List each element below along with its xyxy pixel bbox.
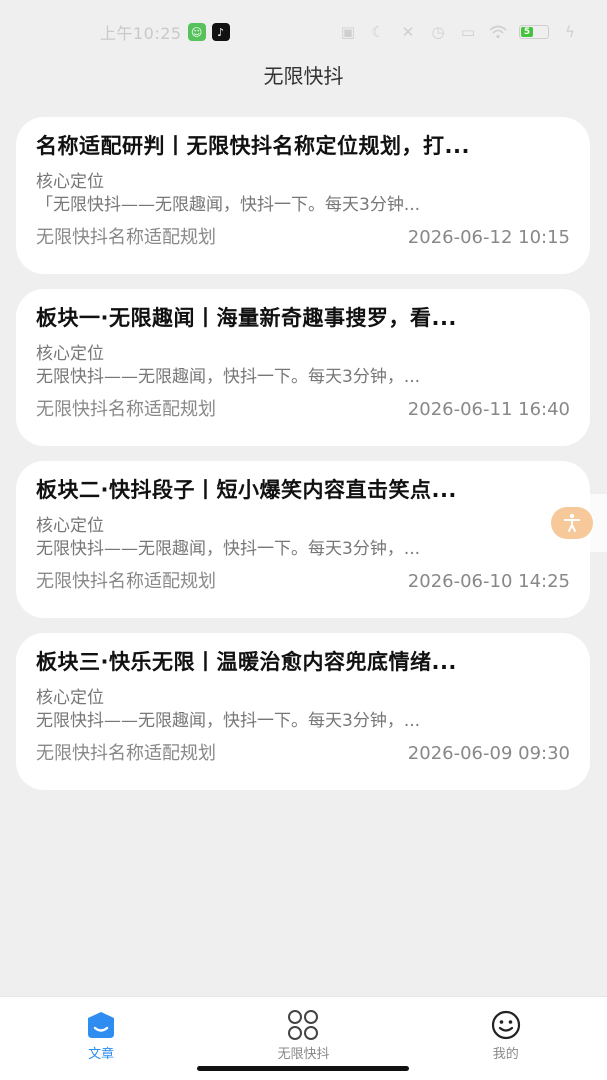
article-footer: 无限快抖名称适配规划 2026-06-12 10:15 bbox=[36, 225, 570, 251]
status-bar: 上午10:25 ☺ ♪ ▣ ☾ ✕ ◷ ▭ 5 ϟ bbox=[0, 0, 607, 64]
page-title: 无限快抖 bbox=[263, 64, 344, 88]
tiktok-notification-icon: ♪ bbox=[211, 23, 230, 41]
article-source: 无限快抖名称适配规划 bbox=[36, 227, 216, 248]
wifi-icon bbox=[489, 25, 507, 39]
floating-accessibility-button[interactable] bbox=[542, 494, 607, 552]
article-date: 2026-06-11 16:40 bbox=[407, 399, 570, 420]
article-title: 板块三·快乐无限丨温暖治愈内容兜底情绪... bbox=[36, 650, 457, 674]
article-label: 核心定位 bbox=[36, 688, 104, 708]
accessibility-icon bbox=[550, 507, 593, 539]
article-label: 核心定位 bbox=[36, 516, 104, 536]
article-card[interactable]: 板块一·无限趣闻丨海量新奇趣事搜罗，看... 核心定位 无限快抖——无限趣闻，快… bbox=[16, 289, 590, 446]
nav-label: 无限快抖 bbox=[277, 1047, 330, 1062]
home-indicator[interactable] bbox=[197, 1066, 409, 1071]
grid-icon bbox=[285, 1009, 321, 1041]
article-date: 2026-06-10 14:25 bbox=[407, 571, 570, 592]
article-icon bbox=[83, 1009, 119, 1041]
nav-label: 我的 bbox=[492, 1047, 519, 1062]
article-footer: 无限快抖名称适配规划 2026-06-09 09:30 bbox=[36, 741, 570, 767]
article-source: 无限快抖名称适配规划 bbox=[36, 571, 216, 592]
battery-icon: 5 bbox=[519, 25, 549, 39]
article-summary: 无限快抖——无限趣闻，快抖一下。每天3分钟，... bbox=[36, 367, 421, 387]
article-summary: 「无限快抖——无限趣闻，快抖一下。每天3分钟... bbox=[36, 195, 421, 215]
nav-label: 文章 bbox=[88, 1047, 115, 1062]
mute-icon: ✕ bbox=[401, 23, 415, 41]
do-not-disturb-icon: ☾ bbox=[371, 23, 385, 41]
wechat-notification-icon: ☺ bbox=[187, 23, 206, 41]
article-title: 名称适配研判丨无限快抖名称定位规划，打... bbox=[36, 134, 470, 158]
article-card[interactable]: 名称适配研判丨无限快抖名称定位规划，打... 核心定位 「无限快抖——无限趣闻，… bbox=[16, 117, 590, 274]
status-left: 上午10:25 ☺ ♪ bbox=[100, 20, 230, 44]
article-card[interactable]: 板块二·快抖段子丨短小爆笑内容直击笑点... 核心定位 无限快抖——无限趣闻，快… bbox=[16, 461, 590, 618]
charging-icon: ϟ bbox=[565, 23, 575, 41]
status-right: ▣ ☾ ✕ ◷ ▭ 5 ϟ bbox=[339, 23, 579, 41]
article-date: 2026-06-09 09:30 bbox=[407, 743, 570, 764]
article-label: 核心定位 bbox=[36, 344, 104, 364]
article-label: 核心定位 bbox=[36, 172, 104, 192]
nav-item-profile[interactable]: 我的 bbox=[446, 997, 566, 1080]
article-title: 板块一·无限趣闻丨海量新奇趣事搜罗，看... bbox=[36, 306, 457, 330]
article-card[interactable]: 板块三·快乐无限丨温暖治愈内容兜底情绪... 核心定位 无限快抖——无限趣闻，快… bbox=[16, 633, 590, 790]
article-source: 无限快抖名称适配规划 bbox=[36, 399, 216, 420]
article-date: 2026-06-12 10:15 bbox=[407, 227, 570, 248]
status-time: 上午10:25 bbox=[100, 24, 182, 43]
alarm-icon: ◷ bbox=[431, 23, 445, 41]
smiley-icon bbox=[488, 1009, 524, 1041]
sim-icon: ▭ bbox=[460, 23, 476, 41]
battery-level: 5 bbox=[521, 27, 533, 37]
article-footer: 无限快抖名称适配规划 2026-06-11 16:40 bbox=[36, 397, 570, 423]
article-footer: 无限快抖名称适配规划 2026-06-10 14:25 bbox=[36, 569, 570, 595]
article-list: 名称适配研判丨无限快抖名称定位规划，打... 核心定位 「无限快抖——无限趣闻，… bbox=[16, 117, 590, 805]
app-screen: 上午10:25 ☺ ♪ ▣ ☾ ✕ ◷ ▭ 5 ϟ 无限快抖 名称适配研判丨无限… bbox=[0, 0, 607, 1080]
article-title: 板块二·快抖段子丨短小爆笑内容直击笑点... bbox=[36, 478, 457, 502]
article-summary: 无限快抖——无限趣闻，快抖一下。每天3分钟，... bbox=[36, 711, 421, 731]
nfc-icon: ▣ bbox=[340, 23, 356, 41]
nav-item-articles[interactable]: 文章 bbox=[41, 997, 161, 1080]
article-source: 无限快抖名称适配规划 bbox=[36, 743, 216, 764]
article-summary: 无限快抖——无限趣闻，快抖一下。每天3分钟，... bbox=[36, 539, 421, 559]
